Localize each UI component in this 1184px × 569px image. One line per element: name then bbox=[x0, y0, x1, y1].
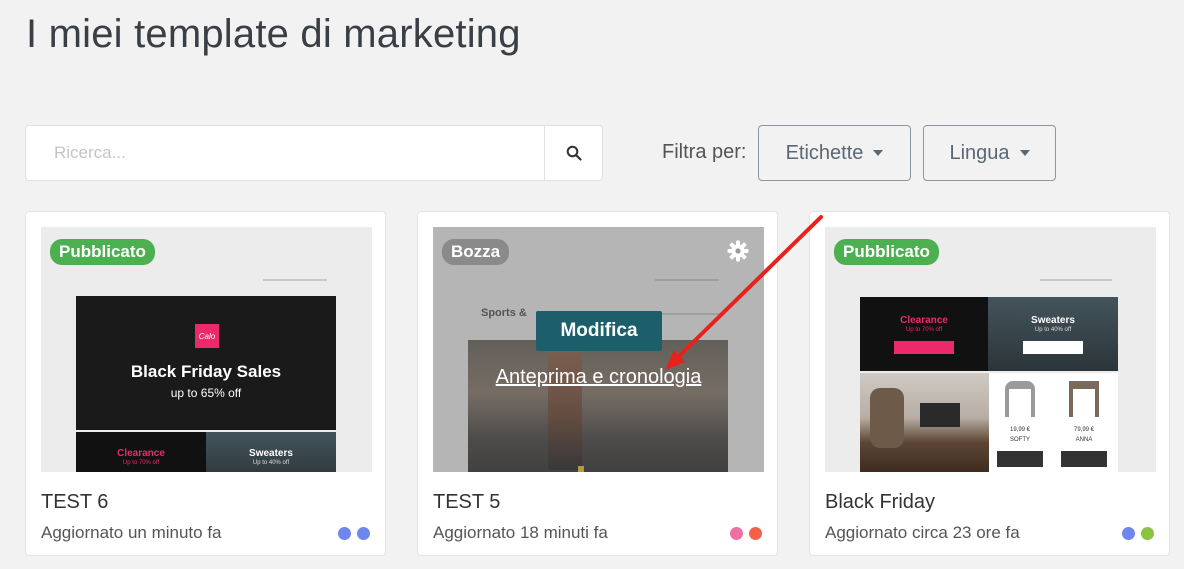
language-dot bbox=[1122, 527, 1135, 540]
preview-cta bbox=[1023, 340, 1083, 354]
language-dots bbox=[338, 527, 370, 540]
template-preview[interactable]: Pubblicato Clearance Up to 70% off Sweat… bbox=[825, 227, 1156, 472]
laptop-shape bbox=[920, 403, 960, 427]
language-filter-label: Lingua bbox=[949, 141, 1010, 164]
card-title[interactable]: TEST 5 bbox=[433, 491, 500, 514]
template-card[interactable]: Pubblicato Clearance Up to 70% off Sweat… bbox=[809, 211, 1170, 556]
product-button bbox=[1061, 451, 1107, 467]
caret-down-icon bbox=[1019, 150, 1030, 156]
tile-subtitle: Up to 70% off bbox=[122, 460, 160, 466]
product-name: SOFTY bbox=[1009, 437, 1030, 443]
preview-tile-clearance: Clearance Up to 70% off bbox=[860, 297, 988, 371]
search-icon bbox=[566, 145, 582, 161]
tile-title: Clearance bbox=[900, 314, 948, 326]
edit-button[interactable]: Modifica bbox=[536, 311, 662, 351]
product-price: 19,99 € bbox=[1009, 427, 1031, 433]
language-dot bbox=[730, 527, 743, 540]
template-preview[interactable]: Pubblicato Calo Black Friday Sales up to… bbox=[41, 227, 372, 472]
chair-shape bbox=[870, 388, 904, 448]
preview-tile-sweaters: Sweaters Up to 40% off bbox=[206, 432, 336, 472]
table-shape bbox=[1069, 381, 1099, 417]
tile-title: Sweaters bbox=[1031, 314, 1075, 326]
tags-filter-label: Etichette bbox=[785, 141, 864, 164]
preview-tile-sweaters: Sweaters Up to 40% off bbox=[988, 297, 1118, 371]
language-dot bbox=[1141, 527, 1154, 540]
brand-logo: Calo bbox=[195, 324, 219, 348]
preview-subline: up to 65% off bbox=[170, 386, 242, 400]
preview-history-link[interactable]: Anteprima e cronologia bbox=[433, 366, 764, 389]
search-input[interactable] bbox=[26, 126, 544, 180]
status-badge: Pubblicato bbox=[50, 239, 155, 265]
language-dot bbox=[338, 527, 351, 540]
preview-text-line bbox=[1040, 279, 1112, 281]
preview-products: 19,99 € SOFTY 79,99 € ANNA bbox=[989, 373, 1118, 472]
caret-down-icon bbox=[873, 150, 884, 156]
language-dots bbox=[730, 527, 762, 540]
preview-text-line bbox=[263, 279, 327, 281]
template-card[interactable]: Bozza Sports & Modifica Anteprima e cron… bbox=[417, 211, 778, 556]
stool-shape bbox=[1005, 381, 1035, 417]
tile-title: Clearance bbox=[117, 448, 165, 459]
language-dots bbox=[1122, 527, 1154, 540]
product-button bbox=[997, 451, 1043, 467]
template-card[interactable]: Pubblicato Calo Black Friday Sales up to… bbox=[25, 211, 386, 556]
preview-hero: Calo Black Friday Sales up to 65% off bbox=[76, 296, 336, 430]
preview-cta bbox=[894, 340, 954, 354]
card-title[interactable]: Black Friday bbox=[825, 491, 935, 514]
status-badge: Pubblicato bbox=[834, 239, 939, 265]
language-dot bbox=[357, 527, 370, 540]
search-box bbox=[25, 125, 603, 181]
status-badge: Bozza bbox=[442, 239, 510, 265]
card-updated: Aggiornato un minuto fa bbox=[41, 523, 222, 542]
template-preview[interactable]: Bozza Sports & Modifica Anteprima e cron… bbox=[433, 227, 764, 472]
language-dot bbox=[749, 527, 762, 540]
preview-headline: Black Friday Sales bbox=[130, 362, 282, 381]
tile-subtitle: Up to 40% off bbox=[1034, 326, 1072, 333]
card-updated: Aggiornato circa 23 ore fa bbox=[825, 523, 1020, 542]
product-price: 79,99 € bbox=[1073, 427, 1095, 433]
preview-tile-clearance: Clearance Up to 70% off bbox=[76, 432, 206, 472]
tile-subtitle: Up to 70% off bbox=[905, 326, 943, 333]
tile-subtitle: Up to 40% off bbox=[252, 460, 290, 466]
language-filter-dropdown[interactable]: Lingua bbox=[923, 125, 1056, 181]
search-button[interactable] bbox=[544, 126, 602, 180]
filter-label: Filtra per: bbox=[662, 141, 747, 163]
product-name: ANNA bbox=[1075, 437, 1093, 443]
card-title[interactable]: TEST 6 bbox=[41, 491, 108, 514]
page-title: I miei template di marketing bbox=[26, 12, 521, 56]
preview-room-image bbox=[860, 373, 989, 472]
gear-icon[interactable] bbox=[726, 239, 750, 263]
tile-title: Sweaters bbox=[249, 448, 293, 459]
tags-filter-dropdown[interactable]: Etichette bbox=[758, 125, 911, 181]
card-updated: Aggiornato 18 minuti fa bbox=[433, 523, 608, 542]
